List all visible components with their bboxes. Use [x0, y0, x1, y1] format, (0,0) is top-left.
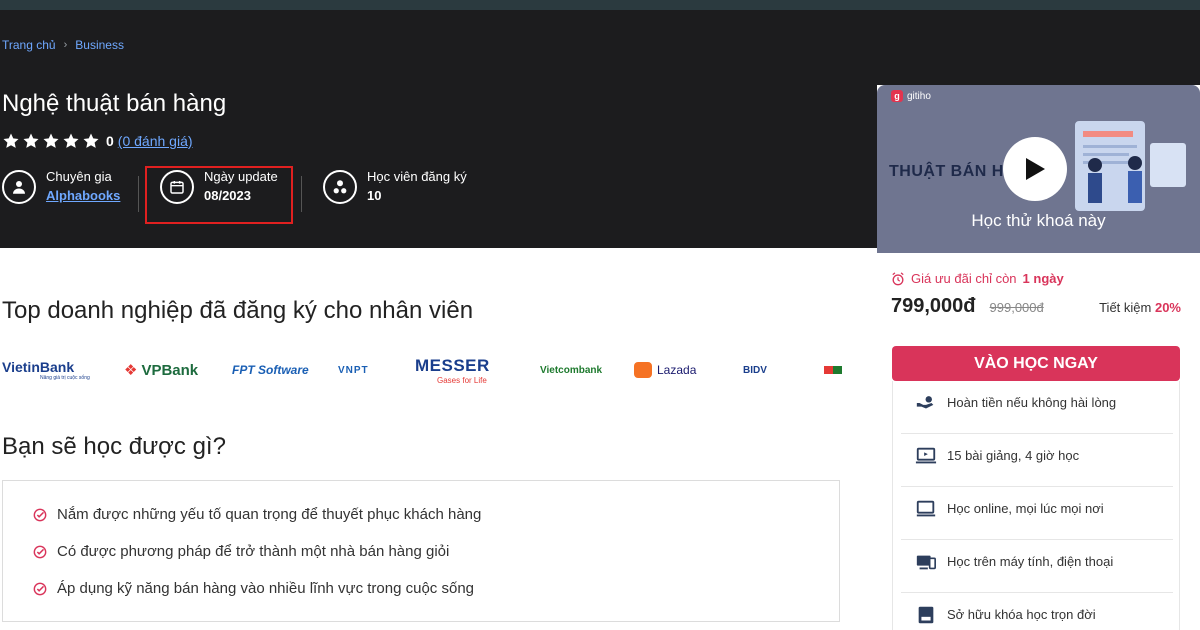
- star-rating: [2, 132, 100, 150]
- logo-bidv-text: BIDV: [743, 364, 767, 376]
- lifetime-book-icon: [918, 606, 934, 623]
- logo-fpt: FPT Software: [232, 350, 309, 390]
- gitiho-brand-text: gitiho: [907, 90, 931, 102]
- feature-item: Học online, mọi lúc mọi nơi: [915, 482, 1181, 535]
- expert-label: Chuyên gia: [46, 169, 112, 184]
- rating-review-link[interactable]: (0 đánh giá): [118, 133, 193, 149]
- save-prefix: Tiết kiệm: [1099, 300, 1152, 315]
- logo-fpt-text: FPT Software: [232, 363, 309, 377]
- learn-item: Nắm được những yếu tố quan trọng để thuy…: [33, 506, 481, 523]
- laptop-lessons-icon: [915, 447, 937, 463]
- star-icon: [83, 133, 99, 148]
- logo-messer-text: MESSER: [415, 355, 490, 375]
- gitiho-logo-icon: g: [891, 90, 903, 102]
- check-circle-icon: [33, 508, 47, 521]
- star-icon: [23, 133, 39, 148]
- breadcrumb-category-link[interactable]: Business: [75, 38, 124, 52]
- try-course-label[interactable]: Học thử khoá này: [877, 211, 1200, 231]
- star-icon: [3, 133, 19, 148]
- current-price: 799,000đ: [891, 295, 976, 317]
- check-circle-icon: [33, 545, 47, 558]
- breadcrumb: Trang chủ › Business: [2, 38, 124, 52]
- discount-label: Tiết kiệm 20%: [1099, 300, 1181, 315]
- logo-vnpt: VNPT: [338, 350, 369, 390]
- logo-vpbank: ❖ VPBank: [124, 350, 198, 390]
- feature-text: Hoàn tiền nếu không hài lòng: [947, 395, 1117, 410]
- logo-partial: [824, 350, 842, 390]
- logo-messer: MESSER Gases for Life: [415, 350, 490, 390]
- meta-divider: [138, 176, 139, 212]
- course-title: Nghệ thuật bán hàng: [2, 90, 227, 117]
- feature-text: Sở hữu khóa học trọn đời: [947, 607, 1096, 622]
- preview-video[interactable]: g gitiho THUẬT BÁN H Học thử khoá này: [877, 85, 1200, 253]
- logo-vietinbank-text: VietinBank: [2, 359, 75, 375]
- logo-vietinbank: VietinBank Nâng giá trị cuộc sống: [2, 350, 90, 390]
- purchase-card: g gitiho THUẬT BÁN H Học thử khoá này Gi…: [877, 85, 1200, 630]
- feature-item: Học trên máy tính, điện thoại: [915, 535, 1181, 588]
- learn-item: Có được phương pháp để trở thành một nhà…: [33, 543, 449, 560]
- expert-icon: [2, 170, 36, 204]
- learn-item: Áp dụng kỹ năng bán hàng vào nhiều lĩnh …: [33, 580, 474, 597]
- meta-expert: Chuyên gia Alphabooks: [2, 168, 120, 206]
- learn-box: Nắm được những yếu tố quan trọng để thuy…: [2, 480, 840, 622]
- logo-vietinbank-tagline: Nâng giá trị cuộc sống: [40, 375, 90, 381]
- meta-divider: [301, 176, 302, 212]
- learn-item-text: Áp dụng kỹ năng bán hàng vào nhiều lĩnh …: [57, 580, 475, 597]
- logo-vietcombank-text: Vietcombank: [540, 364, 603, 376]
- play-icon: [1026, 158, 1045, 180]
- logo-vpbank-text: VPBank: [141, 361, 199, 379]
- thumbnail-title: THUẬT BÁN H: [889, 163, 1004, 180]
- check-circle-icon: [33, 582, 47, 595]
- offer-prefix: Giá ưu đãi chỉ còn: [911, 271, 1017, 286]
- logo-vietcombank: Vietcombank: [540, 350, 602, 390]
- play-button[interactable]: [1003, 137, 1067, 201]
- gitiho-logo: g gitiho: [891, 90, 931, 102]
- students-label: Học viên đăng ký: [367, 169, 467, 184]
- rating: 0 (0 đánh giá): [2, 132, 193, 150]
- learn-heading: Bạn sẽ học được gì?: [2, 433, 226, 460]
- original-price: 999,000đ: [989, 300, 1044, 315]
- save-percent: 20%: [1154, 300, 1181, 315]
- offer-time: 1 ngày: [1022, 271, 1064, 286]
- feature-text: Học trên máy tính, điện thoại: [947, 554, 1114, 569]
- vpbank-mark-icon: ❖: [124, 362, 138, 379]
- sales-illustration-icon: [1075, 121, 1186, 211]
- companies-heading: Top doanh nghiệp đã đăng ký cho nhân viê…: [2, 297, 474, 324]
- partial-logo-icon: [824, 366, 842, 374]
- price-row: 799,000đ 999,000đ Tiết kiệm 20%: [891, 295, 1181, 318]
- learn-item-text: Nắm được những yếu tố quan trọng để thuy…: [57, 506, 482, 523]
- lazada-heart-icon: [634, 362, 652, 378]
- logo-bidv: BIDV: [743, 350, 767, 390]
- feature-item: 15 bài giảng, 4 giờ học: [915, 429, 1181, 482]
- feature-item: Sở hữu khóa học trọn đời: [915, 588, 1181, 630]
- highlight-annotation: [145, 166, 293, 224]
- learn-item-text: Có được phương pháp để trở thành một nhà…: [57, 543, 450, 560]
- company-logos: VietinBank Nâng giá trị cuộc sống ❖ VPBan…: [2, 350, 842, 390]
- rating-count: 0: [106, 133, 114, 149]
- money-back-hand-icon: [916, 395, 934, 408]
- online-device-icon: [916, 500, 936, 516]
- students-icon: [323, 170, 357, 204]
- feature-item: Hoàn tiền nếu không hài lòng: [915, 376, 1181, 429]
- feature-text: 15 bài giảng, 4 giờ học: [947, 448, 1080, 463]
- logo-vnpt-text: VNPT: [338, 364, 369, 376]
- logo-messer-tagline: Gases for Life: [437, 375, 487, 385]
- students-value: 10: [367, 188, 382, 203]
- course-features: Hoàn tiền nếu không hài lòng 15 bài giản…: [892, 381, 1180, 630]
- meta-students: Học viên đăng ký 10: [323, 168, 467, 206]
- alarm-clock-icon: [892, 271, 904, 285]
- breadcrumb-home-link[interactable]: Trang chủ: [2, 38, 56, 52]
- feature-text: Học online, mọi lúc mọi nơi: [947, 501, 1104, 516]
- expert-link[interactable]: Alphabooks: [46, 186, 120, 206]
- breadcrumb-separator: ›: [63, 39, 68, 51]
- logo-lazada: Lazada: [634, 350, 696, 390]
- star-icon: [63, 133, 79, 148]
- offer-countdown: Giá ưu đãi chỉ còn 1 ngày: [891, 271, 1064, 286]
- star-icon: [43, 133, 59, 148]
- top-nav-bar: [0, 0, 1200, 10]
- computer-phone-icon: [916, 555, 936, 569]
- logo-lazada-text: Lazada: [657, 363, 697, 377]
